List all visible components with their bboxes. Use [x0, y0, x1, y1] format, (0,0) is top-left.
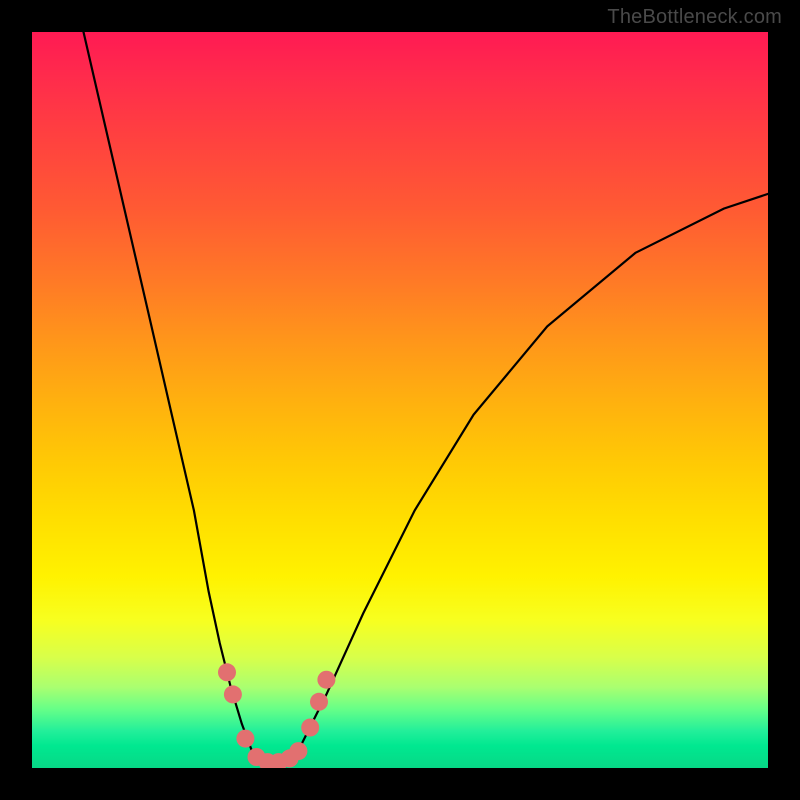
chart-frame: TheBottleneck.com [0, 0, 800, 800]
curve-left-branch [84, 32, 253, 753]
valley-marker [289, 742, 307, 760]
valley-marker [310, 693, 328, 711]
curve-right-branch [297, 194, 768, 753]
valley-marker [236, 730, 254, 748]
curve-layer [32, 32, 768, 768]
plot-area [32, 32, 768, 768]
valley-marker [317, 671, 335, 689]
valley-marker [218, 663, 236, 681]
valley-marker [224, 685, 242, 703]
valley-marker [301, 719, 319, 737]
watermark-text: TheBottleneck.com [607, 6, 782, 29]
valley-marker-group [218, 663, 335, 768]
